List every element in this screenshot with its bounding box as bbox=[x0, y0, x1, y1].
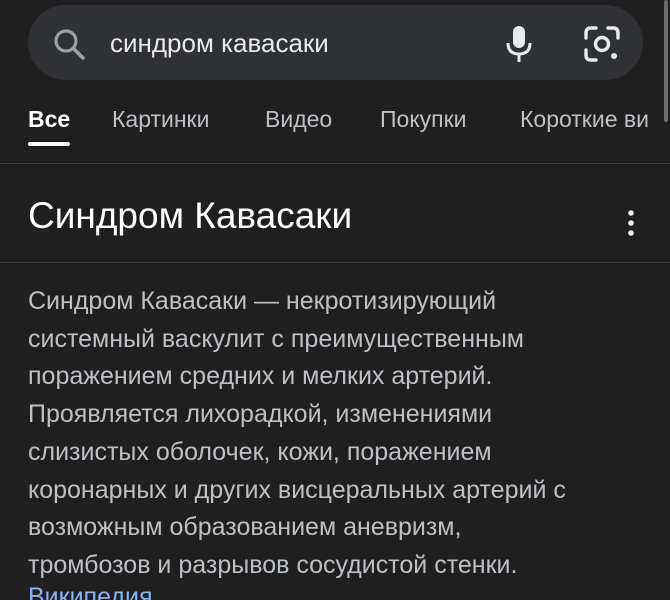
tab-shopping[interactable]: Покупки bbox=[380, 106, 467, 133]
description-line: поражением средних и мелких артерий. bbox=[28, 362, 493, 391]
tab-all[interactable]: Все bbox=[28, 106, 70, 133]
search-results-page: Все Картинки Видео Покупки Короткие ви С… bbox=[0, 0, 670, 600]
description-line: Проявляется лихорадкой, изменениями bbox=[28, 400, 493, 429]
description-line: системный васкулит с преимущественным bbox=[28, 324, 524, 353]
description-line: слизистых оболочек, кожи, поражением bbox=[28, 437, 492, 466]
lens-icon[interactable] bbox=[583, 25, 621, 63]
search-input[interactable] bbox=[110, 21, 490, 65]
tab-videos[interactable]: Видео bbox=[265, 106, 332, 133]
knowledge-panel-title: Синдром Кавасаки bbox=[28, 195, 353, 236]
source-link[interactable]: Википедия bbox=[28, 583, 153, 600]
active-tab-indicator bbox=[28, 142, 70, 146]
tabs-divider bbox=[0, 163, 670, 164]
search-bar[interactable] bbox=[28, 5, 643, 80]
more-vert-icon[interactable] bbox=[620, 206, 642, 240]
mic-icon[interactable] bbox=[502, 24, 536, 64]
search-icon[interactable] bbox=[52, 27, 86, 61]
description-line: возможным образованием аневризм, bbox=[28, 513, 462, 542]
tab-images[interactable]: Картинки bbox=[112, 106, 209, 133]
description-line: коронарных и других висцеральных артерий… bbox=[28, 475, 566, 504]
description-line: Синдром Кавасаки — некротизирующий bbox=[28, 287, 497, 315]
description-line: тромбозов и разрывов сосудистой стенки. bbox=[28, 550, 518, 579]
title-divider bbox=[0, 262, 670, 263]
knowledge-panel-description: Синдром Кавасаки — некротизирующий систе… bbox=[28, 283, 628, 585]
search-tabs: Все Картинки Видео Покупки Короткие ви bbox=[0, 92, 670, 162]
tab-short-videos[interactable]: Короткие ви bbox=[520, 106, 649, 133]
